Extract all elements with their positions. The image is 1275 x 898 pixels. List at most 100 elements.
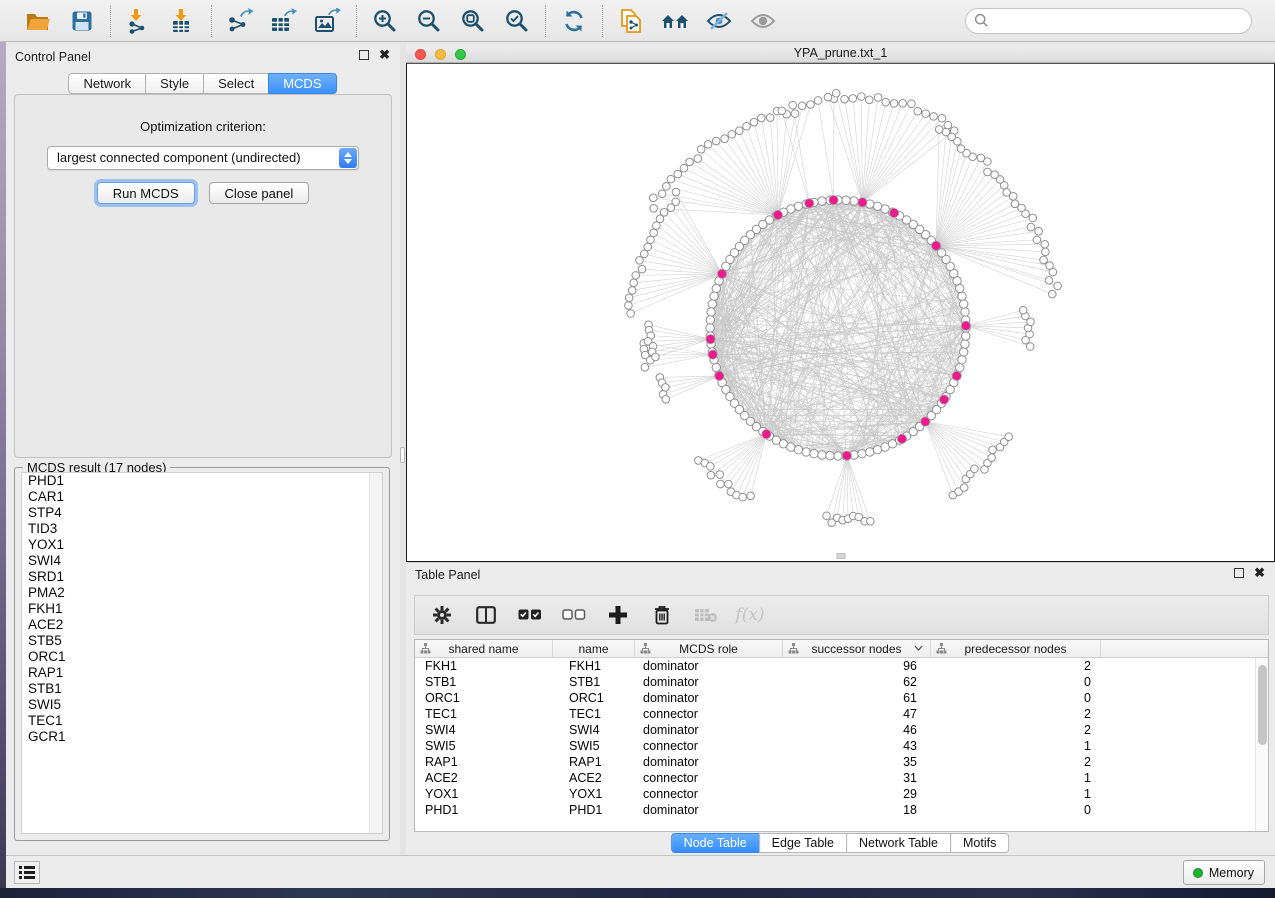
cell-predecessor_nodes[interactable]: 1 xyxy=(931,738,1101,754)
network-node[interactable] xyxy=(710,292,718,300)
network-node[interactable] xyxy=(649,194,657,202)
cell-shared_name[interactable]: FKH1 xyxy=(415,658,553,674)
table-row[interactable]: YOX1YOX1connector291 xyxy=(415,786,1255,802)
tab-node-table[interactable]: Node Table xyxy=(671,833,760,853)
export-table-button[interactable] xyxy=(266,4,302,38)
network-node[interactable] xyxy=(706,324,714,332)
import-table-button[interactable] xyxy=(165,4,201,38)
network-node[interactable] xyxy=(707,463,715,471)
cell-name[interactable]: ACE2 xyxy=(553,770,635,786)
network-node[interactable] xyxy=(694,155,702,163)
network-node[interactable] xyxy=(957,145,965,153)
cell-predecessor_nodes[interactable]: 2 xyxy=(931,754,1101,770)
cell-successor_nodes[interactable]: 31 xyxy=(783,770,931,786)
network-hub-node[interactable] xyxy=(708,350,717,359)
table-scrollbar-thumb[interactable] xyxy=(1258,665,1267,745)
network-node[interactable] xyxy=(810,450,818,458)
network-node[interactable] xyxy=(930,113,938,121)
network-node[interactable] xyxy=(627,310,635,318)
cell-successor_nodes[interactable]: 47 xyxy=(783,706,931,722)
column-header-shared-name[interactable]: shared name xyxy=(415,640,553,657)
network-node[interactable] xyxy=(707,308,715,316)
network-node[interactable] xyxy=(674,170,682,178)
tab-style[interactable]: Style xyxy=(145,73,204,94)
cell-mcds_role[interactable]: connector xyxy=(635,786,783,802)
run-mcds-button[interactable]: Run MCDS xyxy=(97,182,195,204)
network-node[interactable] xyxy=(736,127,744,135)
cell-mcds_role[interactable]: connector xyxy=(635,706,783,722)
cell-name[interactable]: STB1 xyxy=(553,674,635,690)
delete-column-button[interactable] xyxy=(645,599,679,631)
search-box[interactable] xyxy=(965,8,1252,34)
mcds-result-item[interactable]: TEC1 xyxy=(22,713,382,729)
network-node[interactable] xyxy=(841,95,849,103)
network-hub-node[interactable] xyxy=(858,198,867,207)
network-node[interactable] xyxy=(960,484,968,492)
cell-shared_name[interactable]: TEC1 xyxy=(415,706,553,722)
column-header-name[interactable]: name xyxy=(553,640,635,657)
cell-name[interactable]: RAP1 xyxy=(553,754,635,770)
tab-mcds[interactable]: MCDS xyxy=(268,73,336,94)
network-node[interactable] xyxy=(866,448,874,456)
network-node[interactable] xyxy=(712,137,720,145)
network-hub-node[interactable] xyxy=(842,451,851,460)
network-hub-node[interactable] xyxy=(829,195,838,204)
table-row[interactable]: PHD1PHD1dominator180 xyxy=(415,802,1255,818)
close-panel-icon[interactable]: ✖ xyxy=(1254,568,1265,578)
network-node[interactable] xyxy=(866,96,874,104)
network-node[interactable] xyxy=(908,100,916,108)
network-node[interactable] xyxy=(823,512,831,520)
mcds-result-item[interactable]: RAP1 xyxy=(22,665,382,681)
cell-predecessor_nodes[interactable]: 2 xyxy=(931,658,1101,674)
network-node[interactable] xyxy=(712,284,720,292)
mcds-result-item[interactable]: CAR1 xyxy=(22,489,382,505)
memory-button[interactable]: Memory xyxy=(1183,860,1265,885)
network-node[interactable] xyxy=(858,450,866,458)
open-file-button[interactable] xyxy=(20,4,56,38)
save-session-button[interactable] xyxy=(64,4,100,38)
hide-selected-button[interactable] xyxy=(701,4,737,38)
network-node[interactable] xyxy=(636,257,644,265)
network-node[interactable] xyxy=(798,102,806,110)
network-node[interactable] xyxy=(721,135,729,143)
network-node[interactable] xyxy=(989,446,997,454)
network-node[interactable] xyxy=(1040,256,1048,264)
cell-predecessor_nodes[interactable]: 0 xyxy=(931,690,1101,706)
cell-mcds_role[interactable]: dominator xyxy=(635,802,783,818)
network-node[interactable] xyxy=(686,158,694,166)
network-node[interactable] xyxy=(818,197,826,205)
network-node[interactable] xyxy=(630,279,638,287)
network-node[interactable] xyxy=(706,316,714,324)
network-node[interactable] xyxy=(832,89,840,97)
network-node[interactable] xyxy=(1003,189,1011,197)
cell-mcds_role[interactable]: dominator xyxy=(635,722,783,738)
network-hub-node[interactable] xyxy=(931,241,940,250)
delete-table-button[interactable] xyxy=(689,599,723,631)
network-hub-node[interactable] xyxy=(890,208,899,217)
network-node[interactable] xyxy=(789,101,797,109)
network-node[interactable] xyxy=(938,114,946,122)
table-row[interactable]: STB1STB1dominator620 xyxy=(415,674,1255,690)
column-header-predecessor-nodes[interactable]: predecessor nodes xyxy=(931,640,1101,657)
mcds-result-item[interactable]: SWI4 xyxy=(22,553,382,569)
table-row[interactable]: SWI5SWI5connector431 xyxy=(415,738,1255,754)
network-node[interactable] xyxy=(647,236,655,244)
export-network-button[interactable] xyxy=(222,4,258,38)
network-node[interactable] xyxy=(625,302,633,310)
clone-network-button[interactable] xyxy=(613,4,649,38)
network-node[interactable] xyxy=(958,292,966,300)
network-node[interactable] xyxy=(625,294,633,302)
network-node[interactable] xyxy=(988,454,996,462)
cell-name[interactable]: PHD1 xyxy=(553,802,635,818)
network-node[interactable] xyxy=(667,175,675,183)
network-node[interactable] xyxy=(826,452,834,460)
network-node[interactable] xyxy=(653,222,661,230)
network-node[interactable] xyxy=(708,300,716,308)
network-node[interactable] xyxy=(977,154,985,162)
cell-predecessor_nodes[interactable]: 1 xyxy=(931,770,1101,786)
network-node[interactable] xyxy=(858,93,866,101)
cell-name[interactable]: YOX1 xyxy=(553,786,635,802)
network-node[interactable] xyxy=(747,492,755,500)
cell-predecessor_nodes[interactable]: 2 xyxy=(931,706,1101,722)
network-node[interactable] xyxy=(850,197,858,205)
